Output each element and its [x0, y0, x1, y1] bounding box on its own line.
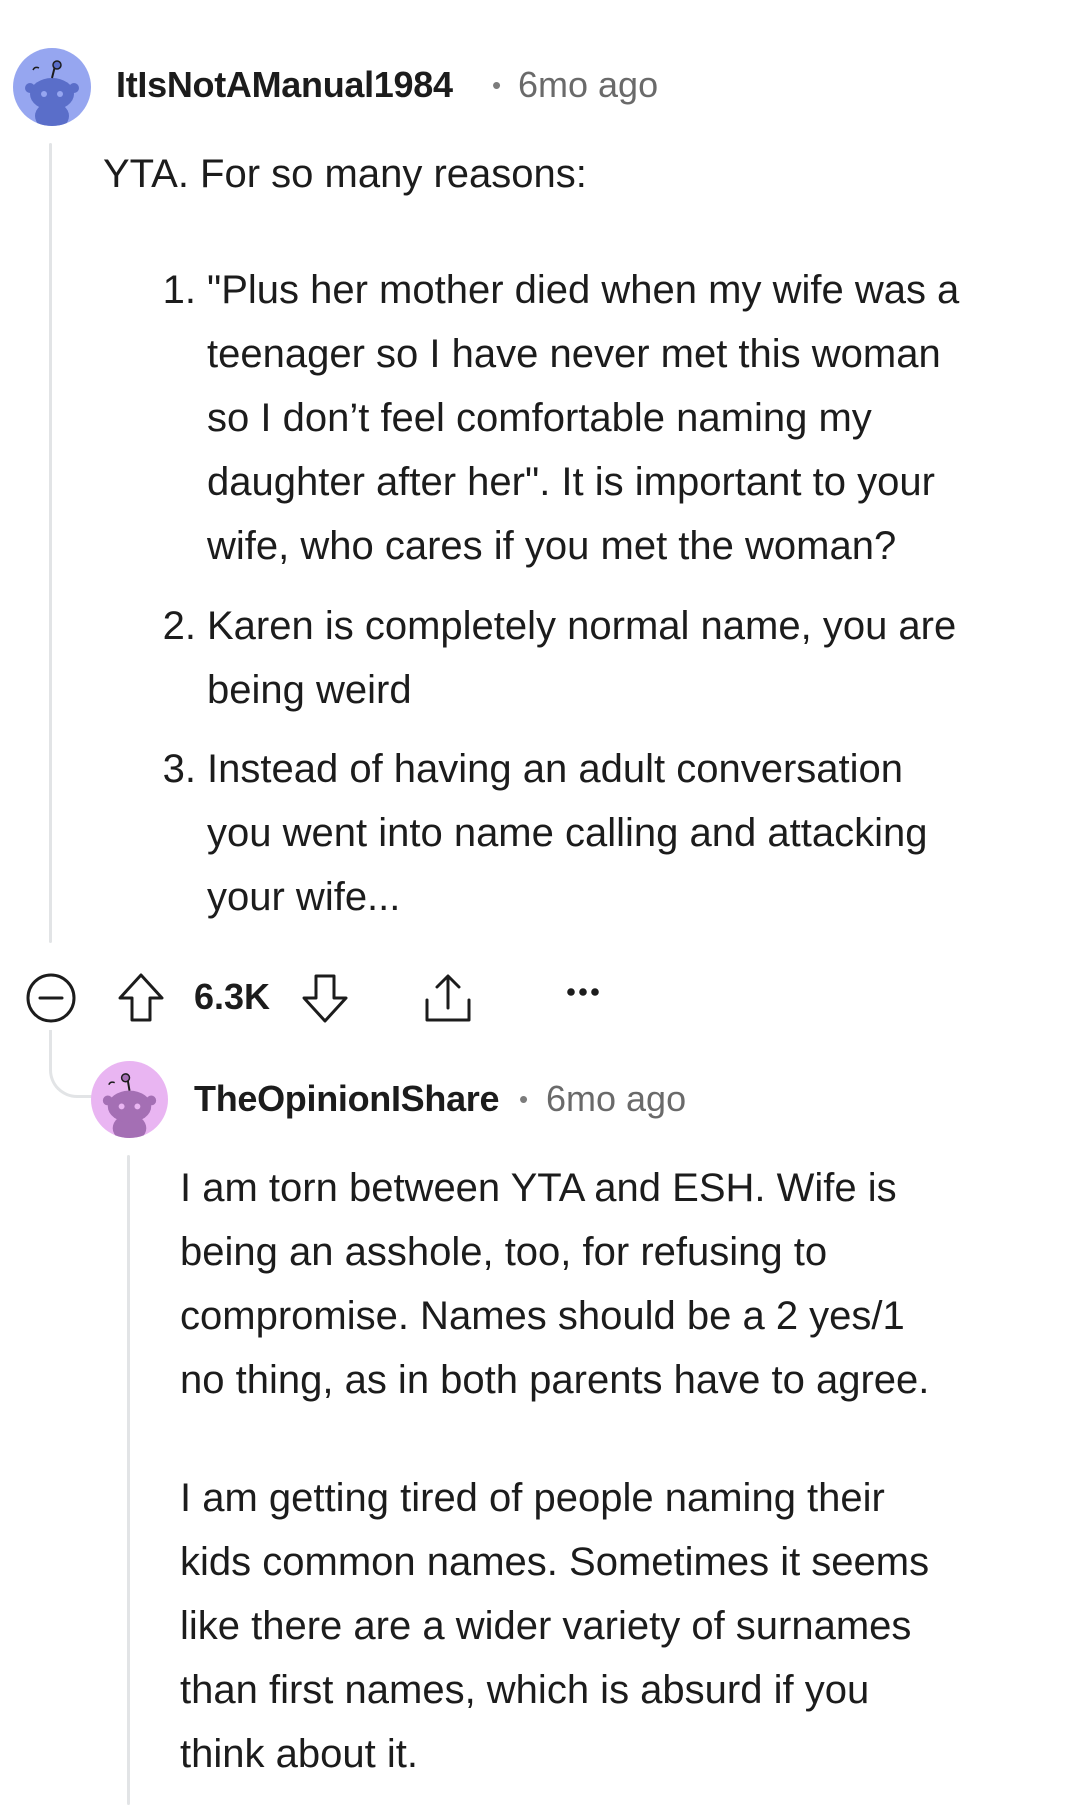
list-item-line: being weird: [207, 668, 412, 712]
comment-intro: YTA. For so many reasons:: [103, 152, 587, 196]
thread-line[interactable]: [49, 143, 52, 943]
comment-line: think about it.: [180, 1732, 418, 1776]
username[interactable]: ItIsNotAManual1984: [116, 64, 453, 106]
thread-connector: [49, 1030, 95, 1098]
share-icon[interactable]: [423, 972, 473, 1024]
list-number: 2.: [162, 604, 196, 648]
list-item-line: wife, who cares if you met the woman?: [207, 524, 897, 568]
snoo-avatar-icon: [25, 60, 79, 126]
list-number: 1.: [162, 268, 196, 312]
comment-line: than first names, which is absurd if you: [180, 1668, 870, 1712]
meta-separator: •: [519, 1084, 529, 1114]
comment-line: like there are a wider variety of surnam…: [180, 1604, 912, 1648]
username[interactable]: TheOpinionIShare: [194, 1078, 500, 1120]
timestamp: 6mo ago: [518, 64, 659, 105]
meta-separator: •: [492, 70, 502, 100]
more-options-icon[interactable]: [566, 986, 600, 998]
upvote-arrow-icon[interactable]: [116, 972, 166, 1024]
avatar[interactable]: [91, 1061, 168, 1138]
list-item-line: Karen is completely normal name, you are: [207, 604, 957, 648]
list-item-line: your wife...: [207, 875, 401, 919]
comment-line: no thing, as in both parents have to agr…: [180, 1358, 930, 1402]
list-item-line: "Plus her mother died when my wife was a: [207, 268, 960, 312]
list-item-line: so I don’t feel comfortable naming my: [207, 396, 872, 440]
list-item-line: you went into name calling and attacking: [207, 811, 928, 855]
avatar[interactable]: [13, 48, 91, 126]
downvote-arrow-icon[interactable]: [300, 972, 350, 1024]
minus-circle-icon[interactable]: [25, 972, 77, 1024]
list-number: 3.: [162, 747, 196, 791]
comment-line: I am getting tired of people naming thei…: [180, 1476, 885, 1520]
timestamp: 6mo ago: [546, 1078, 687, 1119]
snoo-avatar-icon: [102, 1073, 157, 1138]
list-item-line: teenager so I have never met this woman: [207, 332, 941, 376]
comment-line: I am torn between YTA and ESH. Wife is: [180, 1166, 897, 1210]
list-item-line: Instead of having an adult conversation: [207, 747, 904, 791]
list-item-line: daughter after her". It is important to …: [207, 460, 935, 504]
comment-line: kids common names. Sometimes it seems: [180, 1540, 930, 1584]
comment-line: compromise. Names should be a 2 yes/1: [180, 1294, 905, 1338]
vote-score: 6.3K: [194, 976, 271, 1017]
comment-line: being an asshole, too, for refusing to: [180, 1230, 828, 1274]
thread-line[interactable]: [127, 1155, 130, 1805]
